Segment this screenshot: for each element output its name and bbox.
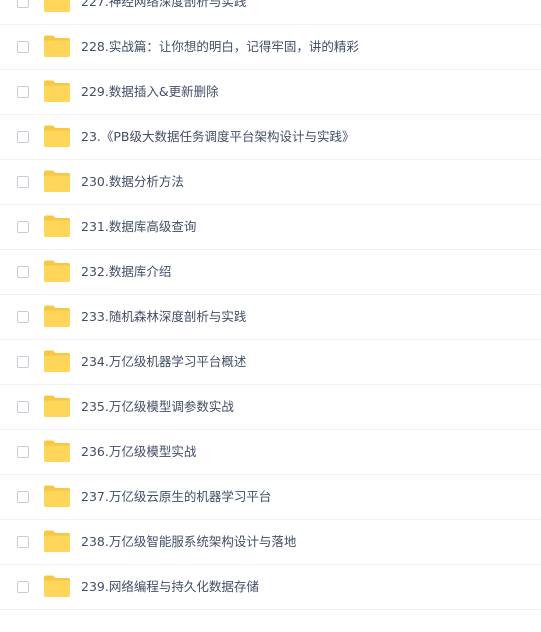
folder-icon <box>43 484 71 508</box>
select-checkbox[interactable] <box>17 401 29 413</box>
file-name[interactable]: 230.数据分析方法 <box>81 173 184 191</box>
select-checkbox[interactable] <box>17 311 29 323</box>
folder-icon <box>43 574 71 598</box>
file-name[interactable]: 231.数据库高级查询 <box>81 218 196 236</box>
folder-icon <box>43 529 71 553</box>
file-row[interactable]: 227.神经网络深度剖析与实践 <box>0 0 541 25</box>
select-checkbox[interactable] <box>17 581 29 593</box>
folder-icon <box>43 259 71 283</box>
file-name[interactable]: 235.万亿级模型调参数实战 <box>81 398 234 416</box>
file-name[interactable]: 229.数据插入&更新删除 <box>81 83 219 101</box>
folder-icon <box>43 34 71 58</box>
file-row[interactable]: 229.数据插入&更新删除 <box>0 70 541 115</box>
file-name[interactable]: 237.万亿级云原生的机器学习平台 <box>81 488 271 506</box>
select-checkbox[interactable] <box>17 86 29 98</box>
file-row[interactable]: 230.数据分析方法 <box>0 160 541 205</box>
select-checkbox[interactable] <box>17 131 29 143</box>
file-row[interactable]: 232.数据库介绍 <box>0 250 541 295</box>
file-name[interactable]: 228.实战篇：让你想的明白，记得牢固，讲的精彩 <box>81 38 359 56</box>
folder-icon <box>43 304 71 328</box>
file-row[interactable]: 228.实战篇：让你想的明白，记得牢固，讲的精彩 <box>0 25 541 70</box>
select-checkbox[interactable] <box>17 41 29 53</box>
file-row[interactable]: 233.随机森林深度剖析与实践 <box>0 295 541 340</box>
file-row[interactable]: 234.万亿级机器学习平台概述 <box>0 340 541 385</box>
file-row[interactable]: 238.万亿级智能服系统架构设计与落地 <box>0 520 541 565</box>
file-row[interactable]: 239.网络编程与持久化数据存储 <box>0 565 541 610</box>
folder-icon <box>43 349 71 373</box>
select-checkbox[interactable] <box>17 0 29 8</box>
folder-icon <box>43 0 71 13</box>
select-checkbox[interactable] <box>17 221 29 233</box>
file-name[interactable]: 233.随机森林深度剖析与实践 <box>81 308 246 326</box>
file-name[interactable]: 232.数据库介绍 <box>81 263 171 281</box>
file-name[interactable]: 234.万亿级机器学习平台概述 <box>81 353 246 371</box>
file-name[interactable]: 227.神经网络深度剖析与实践 <box>81 0 246 11</box>
file-name[interactable]: 239.网络编程与持久化数据存储 <box>81 578 259 596</box>
file-row[interactable]: 231.数据库高级查询 <box>0 205 541 250</box>
folder-icon <box>43 439 71 463</box>
file-row[interactable]: 235.万亿级模型调参数实战 <box>0 385 541 430</box>
folder-icon <box>43 214 71 238</box>
file-row[interactable]: 237.万亿级云原生的机器学习平台 <box>0 475 541 520</box>
select-checkbox[interactable] <box>17 266 29 278</box>
file-name[interactable]: 238.万亿级智能服系统架构设计与落地 <box>81 533 296 551</box>
select-checkbox[interactable] <box>17 176 29 188</box>
folder-icon <box>43 169 71 193</box>
file-list: 227.神经网络深度剖析与实践 228.实战篇：让你想的明白，记得牢固，讲的精彩… <box>0 0 541 610</box>
folder-icon <box>43 394 71 418</box>
file-name[interactable]: 236.万亿级模型实战 <box>81 443 196 461</box>
select-checkbox[interactable] <box>17 356 29 368</box>
select-checkbox[interactable] <box>17 536 29 548</box>
file-row[interactable]: 23.《PB级大数据任务调度平台架构设计与实践》 <box>0 115 541 160</box>
select-checkbox[interactable] <box>17 446 29 458</box>
file-row[interactable]: 236.万亿级模型实战 <box>0 430 541 475</box>
select-checkbox[interactable] <box>17 491 29 503</box>
file-name[interactable]: 23.《PB级大数据任务调度平台架构设计与实践》 <box>81 128 355 146</box>
folder-icon <box>43 124 71 148</box>
folder-icon <box>43 79 71 103</box>
